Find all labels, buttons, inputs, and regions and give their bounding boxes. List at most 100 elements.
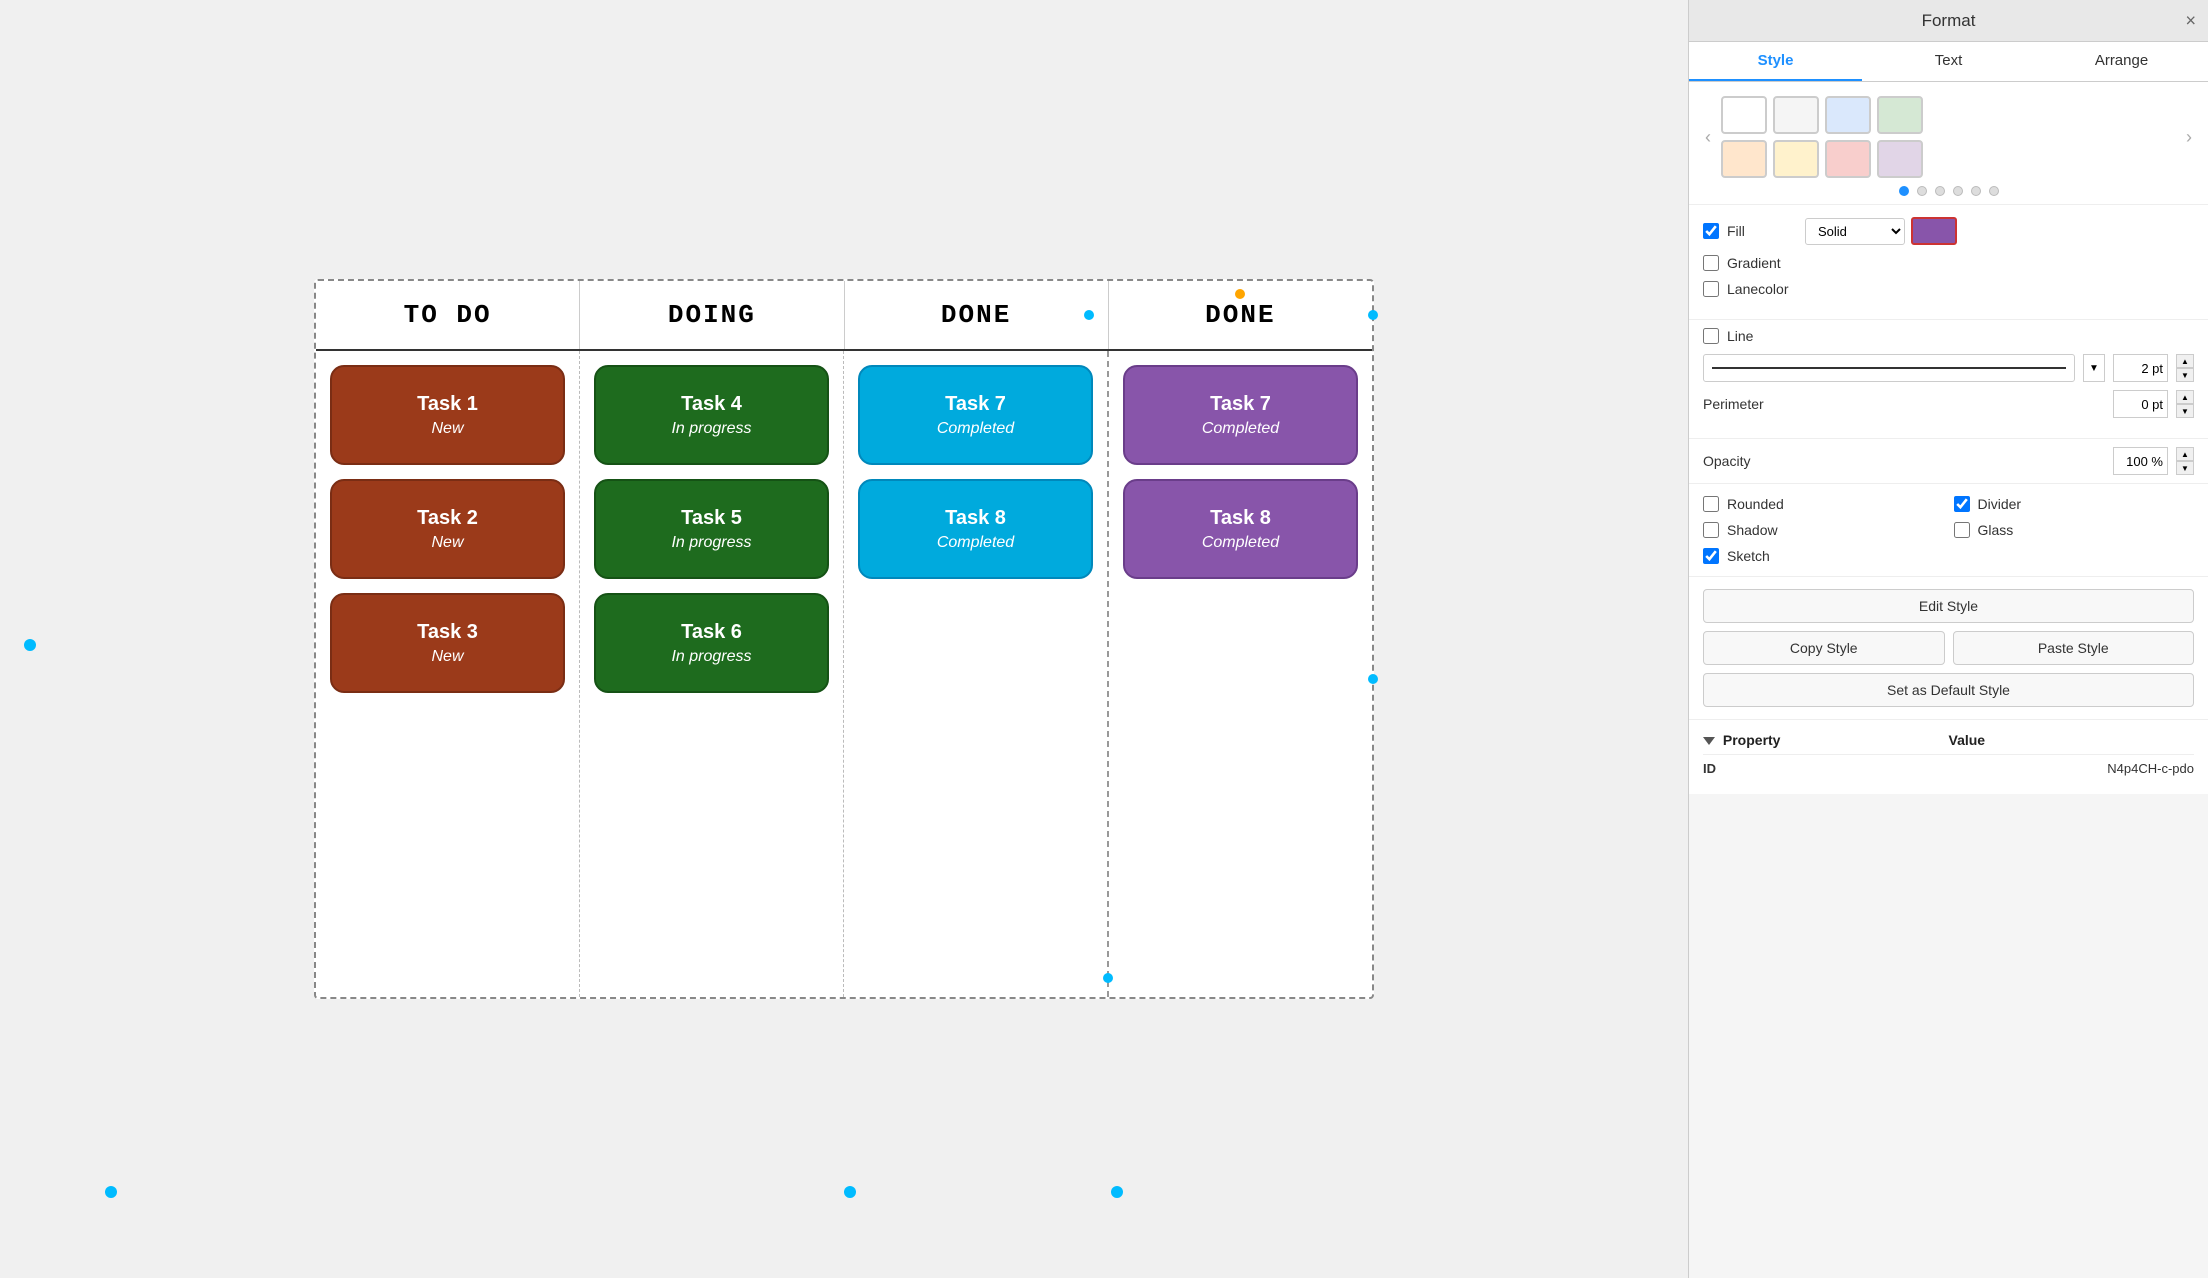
- tab-text[interactable]: Text: [1862, 42, 2035, 81]
- fill-color-picker[interactable]: [1911, 217, 1957, 245]
- line-checkbox[interactable]: [1703, 328, 1719, 344]
- line-style-dropdown-btn[interactable]: ▼: [2083, 354, 2105, 382]
- divider-checkbox[interactable]: [1954, 496, 1970, 512]
- gradient-checkbox[interactable]: [1703, 255, 1719, 271]
- blue-dot-done2-right: [1368, 674, 1378, 684]
- swatch-dot-6[interactable]: [1989, 186, 1999, 196]
- set-default-style-button[interactable]: Set as Default Style: [1703, 673, 2194, 707]
- lanecolor-checkbox[interactable]: [1703, 281, 1719, 297]
- opacity-down[interactable]: ▼: [2176, 461, 2194, 475]
- task-6-subtitle: In progress: [671, 648, 751, 666]
- swatches-row-1: [1721, 96, 2176, 134]
- style-checkboxes-section: Rounded Divider Shadow Glass Sketch: [1689, 484, 2208, 577]
- sketch-checkbox[interactable]: [1703, 548, 1719, 564]
- swatch-light-blue[interactable]: [1825, 96, 1871, 134]
- task-card-4[interactable]: Task 4 In progress: [594, 365, 829, 465]
- perimeter-pt-input[interactable]: [2113, 390, 2168, 418]
- task-card-2[interactable]: Task 2 New: [330, 479, 565, 579]
- cyan-dot: [1084, 310, 1094, 320]
- task-card-5[interactable]: Task 5 In progress: [594, 479, 829, 579]
- fill-checkbox[interactable]: [1703, 223, 1719, 239]
- kanban-board: TO DO DOING DONE DONE Task 1 N: [314, 279, 1374, 999]
- task-6-title: Task 6: [681, 621, 742, 644]
- swatch-light-purple[interactable]: [1877, 140, 1923, 178]
- glass-label: Glass: [1978, 522, 2014, 538]
- color-swatches-section: ‹ ›: [1689, 82, 2208, 205]
- shadow-checkbox[interactable]: [1703, 522, 1719, 538]
- swatch-dot-3[interactable]: [1935, 186, 1945, 196]
- collapse-triangle-icon[interactable]: [1703, 737, 1715, 745]
- selection-handle-bottom-left[interactable]: [105, 1186, 117, 1198]
- rounded-checkbox[interactable]: [1703, 496, 1719, 512]
- line-pt-up[interactable]: ▲: [2176, 354, 2194, 368]
- swatch-white[interactable]: [1721, 96, 1767, 134]
- perimeter-down[interactable]: ▼: [2176, 404, 2194, 418]
- swatch-light-yellow[interactable]: [1773, 140, 1819, 178]
- copy-style-button[interactable]: Copy Style: [1703, 631, 1945, 665]
- line-pt-input[interactable]: [2113, 354, 2168, 382]
- canvas-area[interactable]: TO DO DOING DONE DONE Task 1 N: [0, 0, 1688, 1278]
- swatch-light-orange[interactable]: [1721, 140, 1767, 178]
- opacity-up[interactable]: ▲: [2176, 447, 2194, 461]
- tab-style[interactable]: Style: [1689, 42, 1862, 81]
- swatch-dot-5[interactable]: [1971, 186, 1981, 196]
- value-col-header: Value: [1949, 732, 2195, 748]
- col-header-done2: DONE: [1109, 281, 1372, 349]
- task-7a-subtitle: Completed: [937, 420, 1014, 438]
- kanban-header: TO DO DOING DONE DONE: [316, 281, 1372, 351]
- task-7b-title: Task 7: [1210, 393, 1271, 416]
- task-card-8b[interactable]: Task 8 Completed: [1123, 479, 1358, 579]
- perimeter-up[interactable]: ▲: [2176, 390, 2194, 404]
- col-doing: Task 4 In progress Task 5 In progress Ta…: [580, 351, 844, 997]
- task-3-subtitle: New: [431, 648, 463, 666]
- swatches-prev-arrow[interactable]: ‹: [1701, 123, 1715, 152]
- shadow-label: Shadow: [1727, 522, 1778, 538]
- copy-paste-row: Copy Style Paste Style: [1703, 631, 2194, 665]
- format-panel-title: Format: [1922, 11, 1976, 31]
- swatch-dot-1[interactable]: [1899, 186, 1909, 196]
- line-pt-down[interactable]: ▼: [2176, 368, 2194, 382]
- orange-dot: [1235, 289, 1245, 299]
- task-8a-title: Task 8: [945, 507, 1006, 530]
- selection-handle-left[interactable]: [24, 639, 36, 651]
- paste-style-button[interactable]: Paste Style: [1953, 631, 2195, 665]
- task-8b-title: Task 8: [1210, 507, 1271, 530]
- fill-type-select[interactable]: Solid None Linear Radial: [1805, 218, 1905, 245]
- task-3-title: Task 3: [417, 621, 478, 644]
- task-card-7a[interactable]: Task 7 Completed: [858, 365, 1093, 465]
- task-card-3[interactable]: Task 3 New: [330, 593, 565, 693]
- opacity-input[interactable]: [2113, 447, 2168, 475]
- opacity-spinner: ▲ ▼: [2176, 447, 2194, 475]
- rounded-row: Rounded: [1703, 496, 1944, 512]
- perimeter-spinner: ▲ ▼: [2176, 390, 2194, 418]
- swatch-dot-2[interactable]: [1917, 186, 1927, 196]
- line-checkbox-row: Line: [1703, 328, 2194, 344]
- col-done1: Task 7 Completed Task 8 Completed: [844, 351, 1109, 997]
- swatches-next-arrow[interactable]: ›: [2182, 123, 2196, 152]
- task-card-6[interactable]: Task 6 In progress: [594, 593, 829, 693]
- divider-label: Divider: [1978, 496, 2022, 512]
- task-card-8a[interactable]: Task 8 Completed: [858, 479, 1093, 579]
- swatch-light-gray[interactable]: [1773, 96, 1819, 134]
- selection-handle-bottom-center[interactable]: [844, 1186, 856, 1198]
- shadow-row: Shadow: [1703, 522, 1944, 538]
- glass-checkbox[interactable]: [1954, 522, 1970, 538]
- col-todo: Task 1 New Task 2 New Task 3 New: [316, 351, 580, 997]
- task-card-7b[interactable]: Task 7 Completed: [1123, 365, 1358, 465]
- swatch-light-green[interactable]: [1877, 96, 1923, 134]
- line-label: Line: [1727, 328, 1797, 344]
- selection-handle-bottom-right[interactable]: [1111, 1186, 1123, 1198]
- task-card-1[interactable]: Task 1 New: [330, 365, 565, 465]
- gradient-row: Gradient: [1703, 255, 2194, 271]
- format-close-button[interactable]: ×: [2185, 10, 2196, 31]
- task-5-title: Task 5: [681, 507, 742, 530]
- swatch-light-red[interactable]: [1825, 140, 1871, 178]
- fill-section: Fill Solid None Linear Radial Gradient L…: [1689, 205, 2208, 320]
- task-8b-subtitle: Completed: [1202, 534, 1279, 552]
- tab-arrange[interactable]: Arrange: [2035, 42, 2208, 81]
- lanecolor-label: Lanecolor: [1727, 281, 1797, 297]
- edit-style-button[interactable]: Edit Style: [1703, 589, 2194, 623]
- sketch-row: Sketch: [1703, 548, 2194, 564]
- swatches-nav: ‹ ›: [1701, 96, 2196, 178]
- swatch-dot-4[interactable]: [1953, 186, 1963, 196]
